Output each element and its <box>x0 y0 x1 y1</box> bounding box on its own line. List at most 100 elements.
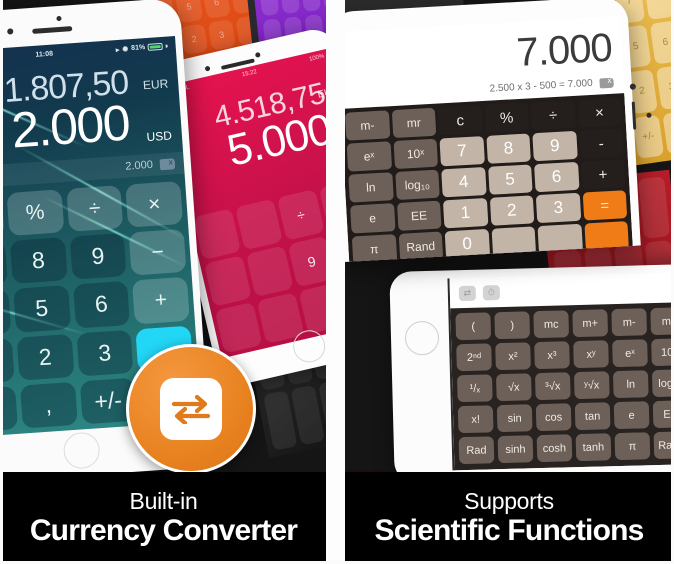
pink-key[interactable] <box>203 255 252 307</box>
teal-key-9[interactable]: 9 <box>69 233 127 281</box>
teal-key-8[interactable]: 8 <box>9 237 68 285</box>
wkey-ln[interactable]: ln <box>348 172 394 203</box>
wkey-divide[interactable]: ÷ <box>530 99 576 131</box>
pink-key[interactable] <box>235 198 283 251</box>
lkey-sinh[interactable]: sinh <box>497 435 534 464</box>
lkey-ln[interactable]: ln <box>612 370 649 399</box>
wkey-plus[interactable]: + <box>580 159 626 190</box>
wkey-6[interactable]: 6 <box>534 161 580 193</box>
pink-key[interactable]: 9 <box>287 235 327 288</box>
lkey-rad[interactable]: Rad <box>458 436 495 465</box>
landscape-phone-screen: ⇄ ⏱ ( ) mc m+ m- mr 2ⁿᵈ x² x³ xʸ eˣ 10ˣ … <box>447 272 674 471</box>
pink-key[interactable] <box>298 282 327 335</box>
teal-key-percent[interactable]: % <box>6 189 64 237</box>
lkey-close-paren[interactable]: ) <box>494 311 531 340</box>
right-caption-line2: Scientific Functions <box>374 513 644 547</box>
wkey-percent[interactable]: % <box>484 102 530 133</box>
lkey-sin[interactable]: sin <box>496 404 533 433</box>
lkey-e[interactable]: e <box>613 401 650 430</box>
lkey-m-plus[interactable]: m+ <box>572 309 609 338</box>
earpiece-speaker <box>32 26 73 34</box>
wkey-log10[interactable]: log₁₀ <box>394 169 440 201</box>
pink-key[interactable] <box>214 301 263 354</box>
lkey-m-minus[interactable]: m- <box>611 308 648 337</box>
teal-key-divide[interactable]: ÷ <box>65 185 124 233</box>
lkey-pi[interactable]: π <box>614 432 651 461</box>
wkey-0[interactable]: 0 <box>444 228 490 260</box>
status-time: 11:08 <box>35 50 54 59</box>
teal-entered-currency: USD <box>146 128 173 145</box>
lkey-x-squared[interactable]: x² <box>495 342 531 371</box>
lkey-open-paren[interactable]: ( <box>455 312 492 341</box>
left-caption-line2: Currency Converter <box>29 513 298 547</box>
proximity-sensor-icon <box>56 15 62 22</box>
wkey-decimal[interactable] <box>491 226 537 257</box>
teal-key-2[interactable]: 2 <box>16 333 74 381</box>
bg-key: +/- <box>632 114 665 159</box>
teal-key-decimal[interactable]: , <box>19 381 78 429</box>
wkey-ten-pow-x[interactable]: 10ˣ <box>393 138 439 170</box>
lkey-second[interactable]: 2ⁿᵈ <box>456 343 492 372</box>
teal-entered-amount: 2.000 <box>9 94 131 159</box>
location-arrow-icon: ▸ <box>115 46 120 54</box>
lkey-mc[interactable]: mc <box>533 310 570 339</box>
right-caption: Supports Scientific Functions <box>344 472 674 564</box>
teal-history-value: 2.000 <box>125 158 154 173</box>
wkey-4[interactable]: 4 <box>441 167 487 198</box>
lkey-reciprocal[interactable]: ¹/ₓ <box>457 374 493 403</box>
lkey-x-pow-y[interactable]: xʸ <box>573 340 609 369</box>
pink-key[interactable] <box>245 245 294 298</box>
bg-key <box>637 176 671 239</box>
home-button[interactable] <box>404 320 440 356</box>
lkey-cosh[interactable]: cosh <box>536 434 573 463</box>
right-caption-line1: Supports <box>464 487 554 514</box>
wkey-3[interactable]: 3 <box>535 192 581 224</box>
pink-key[interactable] <box>193 208 242 260</box>
wkey-9[interactable]: 9 <box>532 130 578 162</box>
pink-key[interactable]: ÷ <box>276 189 325 241</box>
wkey-ee[interactable]: EE <box>396 200 442 231</box>
teal-key-multiply[interactable]: × <box>125 180 184 228</box>
wkey-8[interactable]: 8 <box>485 133 531 164</box>
teal-key-3[interactable]: 3 <box>75 329 134 377</box>
wkey-equals[interactable]: = <box>582 190 628 221</box>
lkey-e-pow-x[interactable]: eˣ <box>612 339 648 368</box>
wkey-multiply[interactable]: × <box>577 97 623 128</box>
lkey-cos[interactable]: cos <box>535 403 572 432</box>
convert-icon[interactable]: ⇄ <box>458 285 477 301</box>
bg-key: 3 <box>207 18 236 51</box>
wkey-5[interactable]: 5 <box>487 164 533 195</box>
bg-key: 6 <box>202 0 231 19</box>
wkey-1[interactable]: 1 <box>442 197 488 229</box>
wkey-e-pow-x[interactable]: eˣ <box>346 141 392 172</box>
teal-status-bar: KPN NL ▾ 11:08 ▸ ✺ 81% <box>0 40 168 69</box>
lkey-tan[interactable]: tan <box>574 402 611 431</box>
lkey-x-cubed[interactable]: x³ <box>534 341 570 370</box>
lkey-cube-root[interactable]: ³√x <box>534 372 571 401</box>
wkey-2[interactable]: 2 <box>489 195 535 226</box>
lkey-factorial[interactable]: x! <box>457 405 494 434</box>
wkey-7[interactable]: 7 <box>439 136 485 167</box>
wkey-pi[interactable]: π <box>351 234 397 262</box>
wkey-clear[interactable]: c <box>437 105 483 136</box>
wkey-rand[interactable]: Rand <box>398 231 444 262</box>
wkey-e[interactable]: e <box>350 203 396 234</box>
teal-key-minus[interactable]: − <box>128 229 187 276</box>
home-button[interactable] <box>62 431 101 470</box>
backspace-icon[interactable] <box>159 157 176 170</box>
wkey-m-minus[interactable]: m- <box>344 110 390 141</box>
page-edge-left <box>0 0 3 564</box>
lkey-y-root[interactable]: ʸ√x <box>573 371 610 400</box>
left-caption-line1: Built-in <box>129 487 198 514</box>
wkey-mr[interactable]: mr <box>391 107 437 139</box>
lkey-sqrt[interactable]: √x <box>495 373 532 402</box>
teal-key-5[interactable]: 5 <box>12 285 71 333</box>
teal-key-plus[interactable]: + <box>132 277 190 325</box>
wkey-minus[interactable]: - <box>578 128 624 159</box>
teal-key-6[interactable]: 6 <box>72 281 131 329</box>
history-clock-icon[interactable]: ⏱ <box>482 284 501 301</box>
proximity-sensor-icon <box>254 51 261 58</box>
backspace-icon[interactable] <box>599 77 614 88</box>
lkey-tanh[interactable]: tanh <box>575 433 612 462</box>
teal-converted-currency: EUR <box>142 76 169 93</box>
